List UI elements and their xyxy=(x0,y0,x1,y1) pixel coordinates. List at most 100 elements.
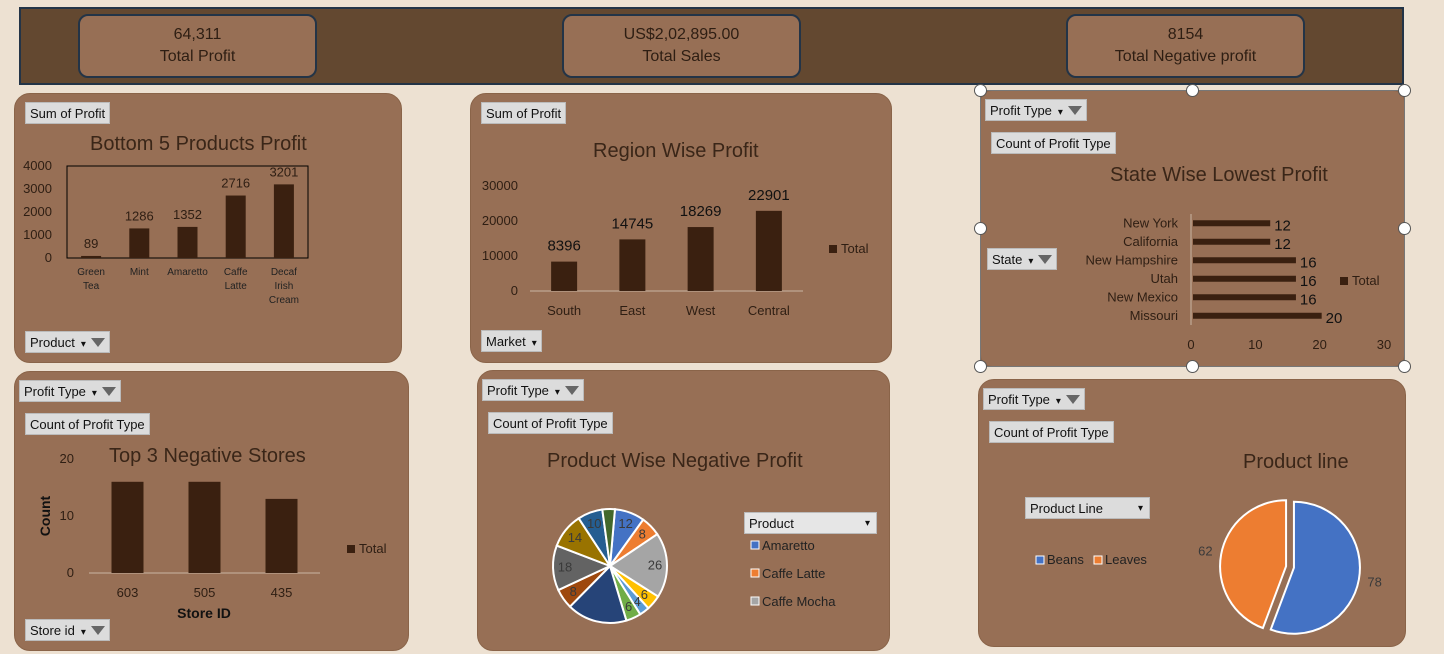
resize-handle[interactable] xyxy=(974,84,987,97)
slice-label: 26 xyxy=(648,557,662,572)
kpi-label: Total Negative profit xyxy=(1114,48,1257,65)
y-tick-label: 0 xyxy=(67,565,74,580)
negative-stores-chart: 20 10 0 603 505 435 Store ID Count Total xyxy=(37,451,387,621)
x-tick-label: 603 xyxy=(117,585,139,600)
product-legend-filter[interactable]: Product ▾ xyxy=(744,512,877,534)
y-tick-label: 20000 xyxy=(482,213,518,228)
button-label: Product xyxy=(749,516,794,531)
y-tick-label: 10 xyxy=(60,508,74,523)
legend-label: Caffe Mocha xyxy=(762,594,836,609)
slice-label: 12 xyxy=(618,516,632,531)
resize-handle[interactable] xyxy=(1398,222,1411,235)
data-label: 1352 xyxy=(173,207,202,222)
legend-swatch xyxy=(1340,277,1348,285)
resize-handle[interactable] xyxy=(1186,360,1199,373)
kpi-value: US$2,02,895.00 xyxy=(623,26,740,43)
legend-label: Leaves xyxy=(1105,552,1147,567)
legend-swatch xyxy=(750,596,760,606)
resize-handle[interactable] xyxy=(1186,84,1199,97)
y-tick-label: Utah xyxy=(1151,271,1178,286)
x-tick-label: Mint xyxy=(130,267,149,278)
data-label: 8396 xyxy=(547,238,580,255)
data-label: 14745 xyxy=(612,215,654,232)
market-filter-button[interactable]: Market ▾ xyxy=(481,330,542,352)
bar xyxy=(1193,294,1296,301)
slice-label: 62 xyxy=(1198,544,1212,559)
bar xyxy=(551,261,578,291)
y-tick-label: New Hampshire xyxy=(1086,252,1178,267)
button-label: Market xyxy=(486,334,526,349)
resize-handle[interactable] xyxy=(974,360,987,373)
filter-icon xyxy=(90,626,105,636)
legend-swatch xyxy=(1035,555,1045,565)
x-tick-label: 20 xyxy=(1312,337,1326,352)
button-label: Product xyxy=(30,335,75,350)
store-id-filter-button[interactable]: Store id ▾ xyxy=(25,619,110,641)
slice-label: 10 xyxy=(587,516,601,531)
x-tick-label: 0 xyxy=(1187,337,1194,352)
bar xyxy=(81,255,102,258)
data-label: 2716 xyxy=(221,176,250,191)
y-tick-label: 20 xyxy=(60,451,74,466)
legend-label: Total xyxy=(359,541,387,556)
dropdown-arrow-icon: ▾ xyxy=(864,518,870,529)
bar xyxy=(1193,220,1271,227)
y-tick-label: 4000 xyxy=(23,158,52,173)
kpi-header: 64,311 Total Profit US$2,02,895.00 Total… xyxy=(19,7,1404,85)
kpi-total-negative-profit: 8154 Total Negative profit xyxy=(1066,14,1305,78)
data-label: 16 xyxy=(1300,254,1317,271)
resize-handle[interactable] xyxy=(974,222,987,235)
x-tick-label: Central xyxy=(748,303,790,318)
x-tick-label: Tea xyxy=(83,281,100,292)
x-tick-label: 10 xyxy=(1248,337,1262,352)
data-label: 16 xyxy=(1300,291,1317,308)
x-tick-label: Cream xyxy=(269,295,299,306)
slice-label: 14 xyxy=(568,530,582,545)
legend-swatch xyxy=(829,245,837,253)
resize-handle[interactable] xyxy=(1398,84,1411,97)
legend-label: Caffe Latte xyxy=(762,566,825,581)
x-tick-label: Caffe xyxy=(224,267,248,278)
product-filter-button[interactable]: Product ▾ xyxy=(25,331,110,353)
y-tick-label: California xyxy=(1123,234,1179,249)
data-label: 12 xyxy=(1274,236,1291,253)
data-label: 20 xyxy=(1326,310,1343,327)
x-tick-label: Latte xyxy=(225,281,248,292)
resize-handle[interactable] xyxy=(1398,360,1411,373)
x-tick-label: East xyxy=(619,303,645,318)
product-line-pie: 78 62 Beans Leaves xyxy=(1035,499,1382,635)
slice-label: 8 xyxy=(570,584,577,599)
slice-label: 78 xyxy=(1367,574,1381,589)
button-label: Store id xyxy=(30,623,75,638)
data-label: 12 xyxy=(1274,217,1291,234)
dropdown-arrow-icon: ▾ xyxy=(80,627,86,638)
kpi-total-profit: 64,311 Total Profit xyxy=(78,14,317,78)
slice-label: 18 xyxy=(558,560,572,575)
kpi-label: Total Sales xyxy=(642,48,721,65)
y-tick-label: 1000 xyxy=(23,227,52,242)
y-tick-label: 30000 xyxy=(482,178,518,193)
product-negative-pie: 128266468181410AmarettoCaffe LatteCaffe … xyxy=(552,508,836,624)
bar xyxy=(225,195,246,258)
bar xyxy=(1193,312,1322,319)
data-label: 18269 xyxy=(680,203,722,220)
pie-slice xyxy=(1219,499,1288,630)
y-tick-label: New Mexico xyxy=(1107,289,1178,304)
x-tick-label: Decaf xyxy=(271,267,297,278)
filter-icon xyxy=(90,338,105,348)
x-tick-label: West xyxy=(686,303,716,318)
legend-swatch xyxy=(750,568,760,578)
dropdown-arrow-icon: ▾ xyxy=(80,339,86,350)
legend-swatch xyxy=(1093,555,1103,565)
legend-label: Total xyxy=(1352,273,1380,288)
data-label: 22901 xyxy=(748,187,790,204)
y-tick-label: 3000 xyxy=(23,181,52,196)
slice-label: 8 xyxy=(639,527,646,542)
x-tick-label: 435 xyxy=(271,585,293,600)
bar xyxy=(1193,257,1296,264)
data-label: 1286 xyxy=(125,208,154,223)
x-axis-title: Store ID xyxy=(177,605,231,621)
bottom-products-chart: 4000 3000 2000 1000 0 89 Green Tea 1286 Mint 1352 A… xyxy=(23,158,309,306)
bar xyxy=(265,498,298,573)
bar xyxy=(129,228,150,258)
